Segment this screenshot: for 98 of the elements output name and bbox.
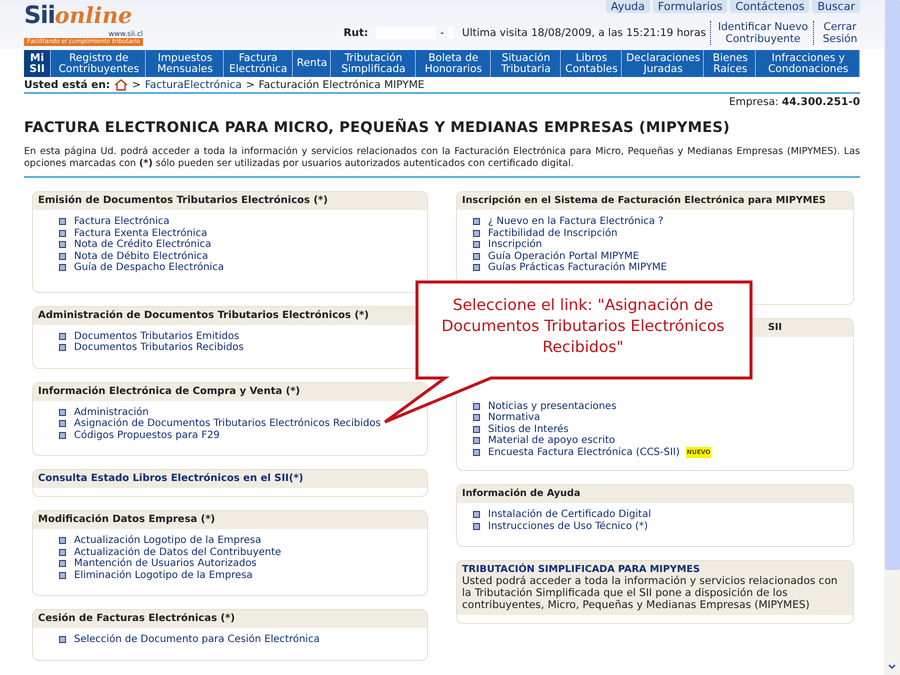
bullet-icon xyxy=(473,511,480,518)
page-title: FACTURA ELECTRONICA PARA MICRO, PEQUEÑAS Y MEDIANAS EMPRESAS (MIPYMES) xyxy=(24,120,731,136)
bullet-icon xyxy=(473,414,480,422)
section-link[interactable]: Selección de Documento para Cesión Electrónica xyxy=(74,634,320,646)
bullet-icon xyxy=(473,264,480,272)
home-icon[interactable] xyxy=(114,78,128,90)
section-link[interactable]: Guía de Despacho Electrónica xyxy=(74,262,224,274)
section-title: Información de Ayuda xyxy=(462,488,580,499)
nav-tab[interactable]: Mi SII xyxy=(24,50,52,77)
nav-tab[interactable]: Impuestos Mensuales xyxy=(147,50,224,77)
section-link[interactable]: Actualización Logotipo de la Empresa xyxy=(74,535,262,546)
bullet-icon xyxy=(59,408,66,416)
nav-tab[interactable]: Libros Contables xyxy=(562,50,622,77)
section-title: Modificación Datos Empresa (*) xyxy=(38,514,216,525)
company-rut: 44.300.251-0 xyxy=(782,96,860,108)
bullet-icon xyxy=(59,560,66,568)
section-title: Inscripción en el Sistema de Facturación Electrónica para MIPYMES xyxy=(462,195,826,206)
nav-tab[interactable]: Factura Electrónica xyxy=(224,50,293,77)
bullet-icon xyxy=(473,522,480,530)
scrollbar[interactable] xyxy=(884,0,900,675)
section-link[interactable]: Factura Electrónica xyxy=(74,216,170,228)
rut-label: Rut: xyxy=(343,27,368,39)
nav-tab[interactable]: Situación Tributaria xyxy=(492,50,561,77)
section-link[interactable]: Noticias y presentaciones xyxy=(488,400,616,412)
section-description: Usted podrá acceder a toda la información y servicios relacionados con la Tributación Simplificada que el SII pone a disposición de los contribuyentes, Micro, Pequeñas y Medianas Empresas (MIPYMES) xyxy=(462,575,839,611)
bullet-icon xyxy=(473,218,480,226)
section-link[interactable]: Nota de Crédito Electrónica xyxy=(74,239,212,250)
section-link[interactable]: Guía Operación Portal MIPYME xyxy=(488,250,640,262)
section-link[interactable]: Actualización de Datos del Contribuyente xyxy=(74,546,282,558)
top-link[interactable]: Buscar xyxy=(812,0,860,13)
section-link[interactable]: Asignación de Documentos Tributarios Electrónicos Recibidos xyxy=(74,418,381,430)
section-link[interactable]: Factura Exenta Electrónica xyxy=(74,228,208,239)
bullet-icon xyxy=(473,402,480,410)
nav-tab[interactable]: Registro de Contribuyentes xyxy=(52,50,146,77)
nav-tab[interactable]: Renta xyxy=(294,50,332,77)
bullet-icon xyxy=(473,437,480,444)
section-title: SII xyxy=(768,322,782,332)
bullet-icon xyxy=(59,636,66,644)
bullet-icon xyxy=(59,252,66,260)
section-link[interactable]: ¿ Nuevo en la Factura Electrónica ? xyxy=(488,216,664,228)
breadcrumb-separator: > xyxy=(132,78,141,90)
section-link[interactable]: Normativa xyxy=(488,412,540,424)
section-link[interactable]: Sitios de Interés xyxy=(488,424,569,435)
nav-tab[interactable]: Tributación Simplificada xyxy=(332,50,416,77)
last-visit-text: Ultima visita 18/08/2009, a las 15:21:19 horas xyxy=(462,27,706,39)
section-title-link[interactable]: TRIBUTACIÓN SIMPLIFICADA PARA MIPYMES xyxy=(462,564,700,575)
bullet-icon xyxy=(59,548,66,556)
bullet-icon xyxy=(59,218,66,226)
section-link[interactable]: Códigos Propuestos para F29 xyxy=(74,430,220,441)
breadcrumb-current: Facturación Electrónica MIPYME xyxy=(258,78,424,90)
section-title: Cesión de Facturas Electrónicas (*) xyxy=(38,613,235,624)
section-link[interactable]: Administración xyxy=(74,406,149,418)
bullet-icon xyxy=(473,230,480,237)
bullet-icon xyxy=(59,344,66,352)
section-link[interactable]: Documentos Tributarios Recibidos xyxy=(74,342,244,354)
section-link[interactable]: Material de apoyo escrito xyxy=(488,435,616,446)
top-link[interactable]: Contáctenos xyxy=(730,0,810,13)
bullet-icon xyxy=(59,420,66,428)
bullet-icon xyxy=(59,332,66,340)
bullet-icon xyxy=(473,252,480,260)
breadcrumb-link[interactable]: FacturaElectrónica xyxy=(144,78,242,90)
bullet-icon xyxy=(473,448,480,456)
intro-text: En esta página Ud. podrá acceder a toda la información y servicios relacionados con la Facturación Electrónica para Micro, Pequeñas y Medianas Empresas (MIPYMES). Las opciones marcadas con (*) sólo pueden ser utilizadas por usuarios autorizados autenticados con certificado digital. xyxy=(24,146,860,178)
section-link[interactable]: Inscripción xyxy=(488,239,542,250)
nav-tab[interactable]: Infracciones y Condonaciones xyxy=(757,50,860,77)
breadcrumb-label: Usted está en: xyxy=(24,78,110,90)
bullet-icon xyxy=(473,241,480,248)
bullet-icon xyxy=(59,264,66,272)
bullet-icon xyxy=(59,537,66,544)
nav-tab[interactable]: Declaraciones Juradas xyxy=(623,50,704,77)
section-link[interactable]: Instrucciones de Uso Técnico (*) xyxy=(488,520,648,532)
bullet-icon xyxy=(59,241,66,248)
company-label: Empresa: xyxy=(729,96,779,108)
section-link[interactable]: Mantención de Usuarios Autorizados xyxy=(74,558,257,570)
section-title: Administración de Documentos Tributarios Electrónicos (*) xyxy=(38,310,369,320)
section-title: Información Electrónica de Compra y Venta (*) xyxy=(38,386,300,396)
top-link[interactable]: Ayuda xyxy=(606,0,650,13)
bullet-icon xyxy=(473,426,480,433)
user-link[interactable]: Cerrar Sesión xyxy=(813,21,860,45)
scroll-down-icon[interactable] xyxy=(887,662,897,672)
callout-text: Seleccione el link: "Asignación de Documentos Tributarios Electrónicos Recibidos" xyxy=(440,295,726,358)
nav-tab[interactable]: Bienes Raíces xyxy=(705,50,756,77)
section-title: Emisión de Documentos Tributarios Electrónicos (*) xyxy=(38,195,328,206)
rut-separator: - xyxy=(440,27,444,39)
section-link[interactable]: Nota de Débito Electrónica xyxy=(74,250,208,262)
section-link[interactable]: Instalación de Certificado Digital xyxy=(488,509,651,520)
section-link[interactable]: Guías Prácticas Facturación MIPYME xyxy=(488,262,667,274)
section-link[interactable]: Documentos Tributarios Emitidos xyxy=(74,330,240,342)
bullet-icon xyxy=(59,432,66,439)
nav-tab[interactable]: Boleta de Honorarios xyxy=(416,50,492,77)
user-link[interactable]: Identificar Nuevo Contribuyente xyxy=(710,21,809,45)
breadcrumb-separator: > xyxy=(246,78,255,90)
section-link[interactable]: Eliminación Logotipo de la Empresa xyxy=(74,570,253,581)
section-link[interactable]: Factibilidad de Inscripción xyxy=(488,228,618,239)
top-link[interactable]: Formularios xyxy=(652,0,728,13)
section-link[interactable]: Encuesta Factura Electrónica (CCS-SII) xyxy=(488,446,680,458)
bullet-icon xyxy=(59,230,66,237)
bullet-icon xyxy=(59,572,66,579)
